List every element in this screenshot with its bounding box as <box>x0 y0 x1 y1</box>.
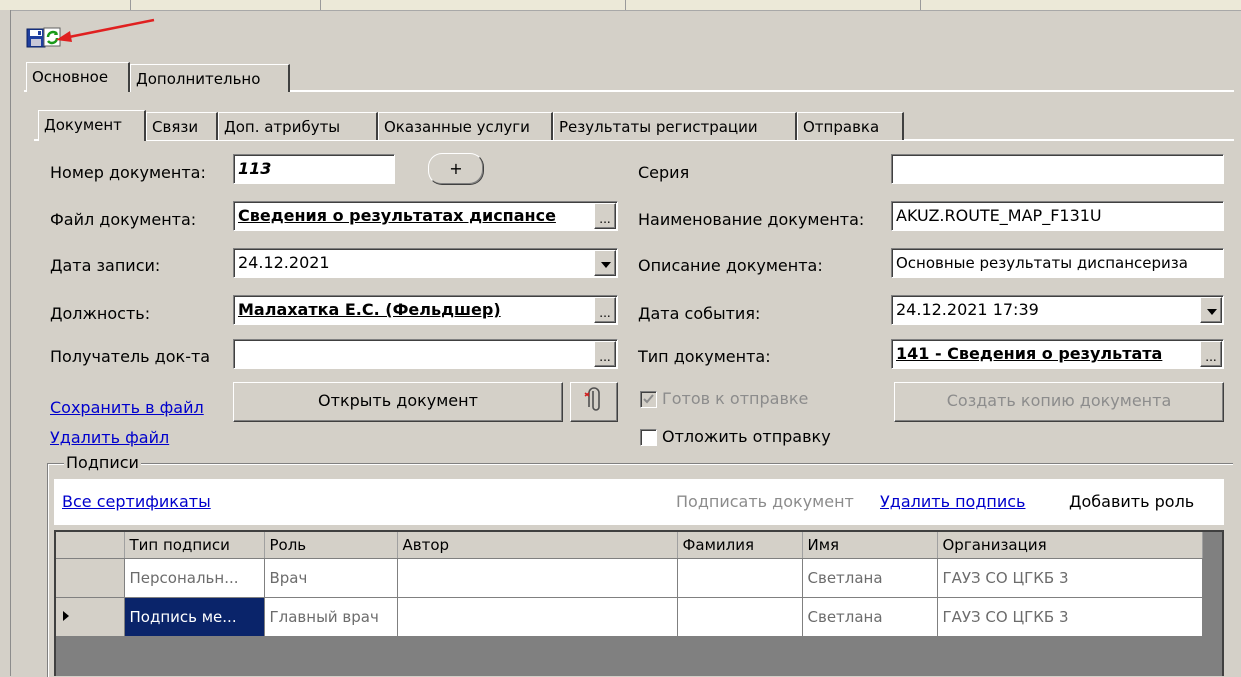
signatures-toolbar <box>54 479 1224 525</box>
cell-role[interactable]: Главный врач <box>264 597 398 637</box>
cell-type[interactable]: Подпись ме... <box>124 597 265 637</box>
tab-label: Связи <box>152 118 199 136</box>
position-value: Малахатка Е.С. (Фельдшер) <box>238 300 501 319</box>
chevron-down-icon[interactable] <box>1200 297 1222 323</box>
delete-signature-link[interactable]: Удалить подпись <box>880 492 1025 511</box>
tab-label: Отправка <box>803 118 880 136</box>
window-top-strip <box>0 0 1241 11</box>
record-date-value: 24.12.2021 <box>238 253 330 272</box>
cell-type[interactable]: Персональн... <box>124 558 265 598</box>
col-header[interactable]: Автор <box>397 532 678 559</box>
ready-to-send-checkbox[interactable] <box>640 391 657 408</box>
recipient-field[interactable]: ... <box>233 339 618 369</box>
doc-number-label: Номер документа: <box>50 163 206 182</box>
sign-document-button[interactable]: Подписать документ <box>676 492 854 511</box>
tab-main-dopolnitelno[interactable]: Дополнительно <box>130 64 290 92</box>
cell-org[interactable]: ГАУЗ СО ЦГКБ 3 <box>937 558 1203 598</box>
red-arrow <box>56 18 155 42</box>
table-row[interactable]: Подпись ме... Главный врач Светлана ГАУЗ… <box>56 597 1203 637</box>
window-left-edge <box>0 10 11 676</box>
tab-links[interactable]: Связи <box>146 112 218 140</box>
tab-services[interactable]: Оказанные услуги <box>378 112 553 140</box>
tab-label: Доп. атрибуты <box>224 118 341 136</box>
add-role-button[interactable]: Добавить роль <box>1069 492 1194 511</box>
tab-label: Оказанные услуги <box>384 118 530 136</box>
strip-segment <box>320 0 626 10</box>
record-date-field[interactable]: 24.12.2021 <box>233 248 618 278</box>
strip-segment <box>625 0 921 10</box>
event-date-value: 24.12.2021 17:39 <box>896 300 1039 319</box>
row-indicator[interactable] <box>56 597 125 637</box>
current-row-icon <box>63 611 69 621</box>
strip-segment <box>0 0 131 10</box>
position-label: Должность: <box>50 304 151 323</box>
doc-desc-label: Описание документа: <box>638 256 823 275</box>
recipient-label: Получатель док-та <box>50 347 211 366</box>
cell-author[interactable] <box>397 597 678 637</box>
position-field[interactable]: Малахатка Е.С. (Фельдшер) ... <box>233 295 618 325</box>
table-row[interactable]: Персональн... Врач Светлана ГАУЗ СО ЦГКБ… <box>56 558 1203 598</box>
tab-extra-attributes[interactable]: Доп. атрибуты <box>218 112 378 140</box>
doc-desc-field[interactable]: Основные результаты диспансериза <box>891 248 1224 278</box>
series-label: Серия <box>638 163 690 182</box>
tab-registration-results[interactable]: Результаты регистрации <box>553 112 797 140</box>
event-date-label: Дата события: <box>638 304 761 323</box>
attach-button[interactable] <box>570 382 618 422</box>
tab-sending[interactable]: Отправка <box>797 112 904 140</box>
cell-surname[interactable] <box>677 558 803 598</box>
col-header[interactable]: Роль <box>264 532 398 559</box>
ready-to-send-label: Готов к отправке <box>662 389 809 408</box>
all-certificates-link[interactable]: Все сертификаты <box>62 492 211 511</box>
chevron-down-icon[interactable] <box>594 250 616 276</box>
tab-label: Дополнительно <box>136 70 261 88</box>
col-header[interactable]: Фамилия <box>677 532 803 559</box>
col-header[interactable]: Имя <box>802 532 938 559</box>
create-copy-button[interactable]: Создать копию документа <box>894 382 1224 422</box>
paperclip-icon <box>584 387 600 411</box>
strip-segment <box>130 0 321 10</box>
doc-file-field[interactable]: Сведения о результатах диспансе ... <box>233 201 618 231</box>
row-indicator[interactable] <box>56 558 125 598</box>
row-header-cell <box>56 532 125 559</box>
position-browse-button[interactable]: ... <box>594 297 616 323</box>
postpone-send-label: Отложить отправку <box>662 427 831 446</box>
cell-role[interactable]: Врач <box>264 558 398 598</box>
cell-org[interactable]: ГАУЗ СО ЦГКБ 3 <box>937 597 1203 637</box>
tab-document[interactable]: Документ <box>38 110 146 141</box>
cell-name[interactable]: Светлана <box>802 558 938 598</box>
signatures-group-label: Подписи <box>64 453 141 472</box>
col-header[interactable]: Организация <box>937 532 1203 559</box>
add-number-button[interactable]: + <box>428 153 484 185</box>
tab-label: Результаты регистрации <box>559 118 758 136</box>
doc-type-value: 141 - Сведения о результата <box>896 344 1163 363</box>
doc-number-field[interactable]: 113 <box>233 154 395 184</box>
tab-label: Основное <box>32 68 109 86</box>
record-date-label: Дата записи: <box>50 256 161 275</box>
table-header-row: Тип подписи Роль Автор Фамилия Имя Орган… <box>56 532 1203 559</box>
doc-file-label: Файл документа: <box>50 210 197 229</box>
postpone-send-checkbox[interactable] <box>640 429 657 446</box>
save-to-file-link[interactable]: Сохранить в файл <box>50 398 204 417</box>
signatures-table: Тип подписи Роль Автор Фамилия Имя Орган… <box>54 530 1224 676</box>
doc-type-field[interactable]: 141 - Сведения о результата ... <box>891 339 1224 369</box>
tab-main-osnovnoe[interactable]: Основное <box>26 62 130 92</box>
doc-name-label: Наименование документа: <box>638 210 865 229</box>
doc-type-label: Тип документа: <box>638 347 771 366</box>
series-field[interactable] <box>891 154 1224 184</box>
doc-name-field[interactable]: AKUZ.ROUTE_MAP_F131U <box>891 201 1224 231</box>
doc-file-value: Сведения о результатах диспансе <box>238 206 556 225</box>
col-header[interactable]: Тип подписи <box>124 532 265 559</box>
recipient-browse-button[interactable]: ... <box>594 341 616 367</box>
cell-name[interactable]: Светлана <box>802 597 938 637</box>
doc-file-browse-button[interactable]: ... <box>594 203 616 229</box>
cell-surname[interactable] <box>677 597 803 637</box>
cell-author[interactable] <box>397 558 678 598</box>
tab-label: Документ <box>44 116 122 134</box>
delete-file-link[interactable]: Удалить файл <box>50 428 169 447</box>
doc-type-browse-button[interactable]: ... <box>1200 341 1222 367</box>
open-document-button[interactable]: Открыть документ <box>233 382 563 422</box>
event-date-field[interactable]: 24.12.2021 17:39 <box>891 295 1224 325</box>
